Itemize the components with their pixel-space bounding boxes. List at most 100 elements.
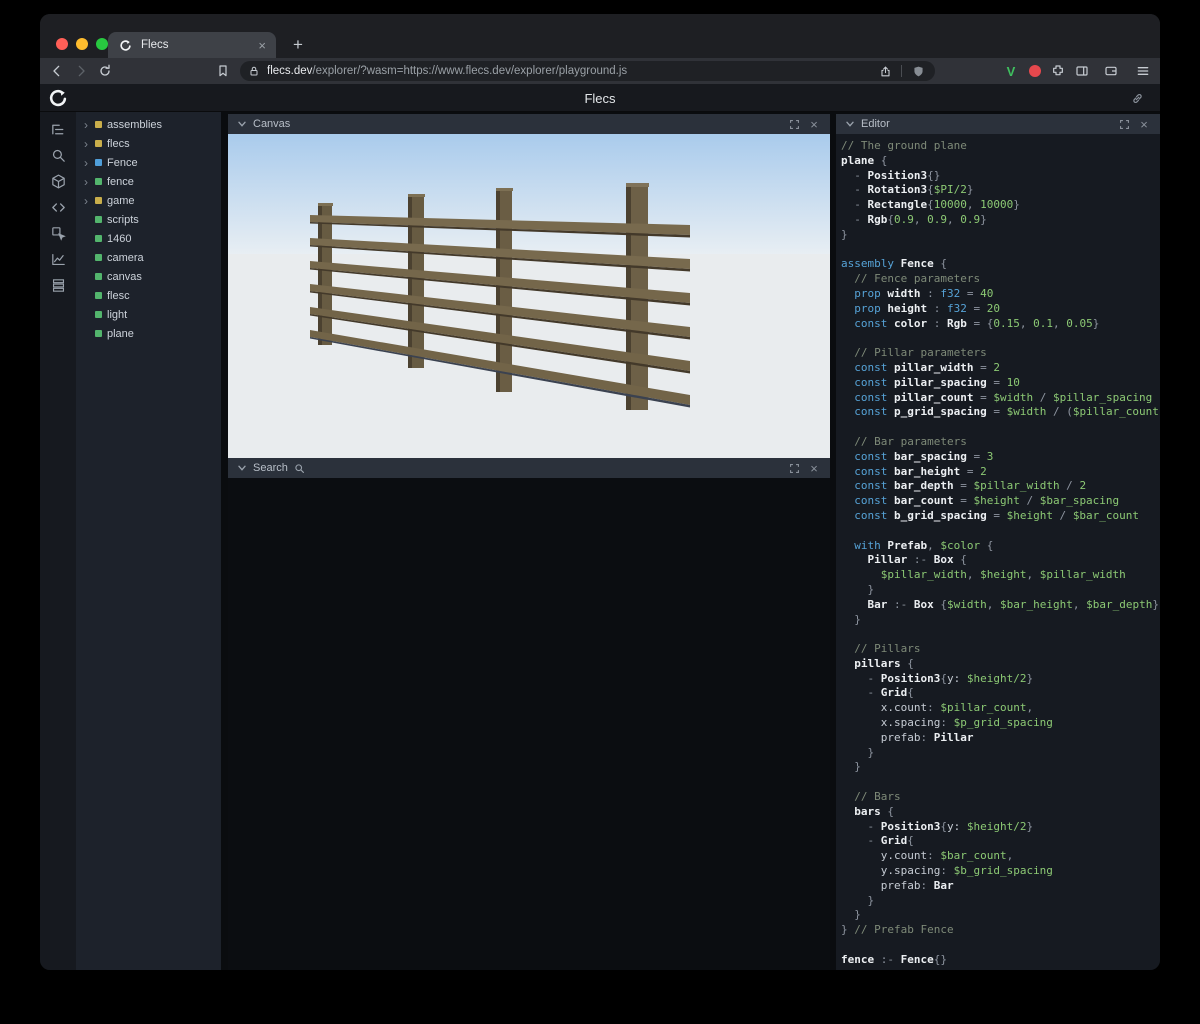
wallet-button[interactable]: [1099, 59, 1123, 83]
editor-close-button[interactable]: ×: [1136, 116, 1152, 132]
code-line: }: [841, 760, 1160, 775]
tree-item-fence[interactable]: › fence: [76, 172, 221, 191]
side-nav: [40, 112, 76, 970]
extension-red-button[interactable]: [1023, 59, 1047, 83]
tree-item-flesc[interactable]: flesc: [76, 286, 221, 305]
close-window-button[interactable]: [56, 38, 68, 50]
bookmark-button[interactable]: [211, 59, 235, 83]
code-line: const bar_depth = $pillar_width / 2: [841, 479, 1160, 494]
extension-v-button[interactable]: V: [999, 59, 1023, 83]
chart-icon: [50, 251, 67, 268]
tree-item-canvas[interactable]: canvas: [76, 267, 221, 286]
tree-item-label: 1460: [107, 233, 131, 245]
editor-code[interactable]: // The ground planeplane { - Position3{}…: [836, 134, 1160, 970]
extensions-button[interactable]: [1046, 59, 1070, 83]
search-panel-header[interactable]: Search ×: [228, 458, 830, 478]
tree-item-light[interactable]: light: [76, 305, 221, 324]
tree-item-label: game: [107, 195, 135, 207]
tree-item-scripts[interactable]: scripts: [76, 210, 221, 229]
entity-tree-nav-button[interactable]: [49, 120, 67, 138]
forward-button[interactable]: [69, 59, 93, 83]
canvas-panel-header[interactable]: Canvas ×: [228, 114, 830, 134]
expand-chevron-icon[interactable]: ›: [84, 138, 93, 150]
expand-chevron-icon[interactable]: ›: [84, 157, 93, 169]
code-line: const bar_height = 2: [841, 465, 1160, 480]
tree-icon: [50, 121, 67, 138]
tab-bar: Flecs × +: [40, 14, 1160, 58]
entity-kind-square: [95, 235, 102, 242]
query-nav-button[interactable]: [49, 146, 67, 164]
expand-chevron-icon[interactable]: ›: [84, 119, 93, 131]
menu-button[interactable]: [1131, 59, 1155, 83]
tree-item-Fence[interactable]: ›Fence: [76, 153, 221, 172]
tree-item-label: flesc: [107, 290, 130, 302]
brave-shield-button[interactable]: [909, 62, 927, 80]
editor-panel-header[interactable]: Editor ×: [836, 114, 1160, 134]
browser-toolbar: flecs.dev/explorer/?wasm=https://www.fle…: [40, 58, 1160, 84]
tab-close-icon[interactable]: ×: [258, 39, 266, 52]
code-line: Bar :- Box {$width, $bar_height, $bar_de…: [841, 598, 1160, 613]
tree-item-plane[interactable]: plane: [76, 324, 221, 343]
browser-tab-flecs[interactable]: Flecs ×: [108, 32, 276, 58]
back-button[interactable]: [45, 59, 69, 83]
back-icon: [49, 63, 65, 79]
expand-chevron-icon[interactable]: ›: [84, 176, 93, 188]
code-line: assembly Fence {: [841, 257, 1160, 272]
tree-item-flecs[interactable]: › flecs: [76, 134, 221, 153]
entity-kind-square: [95, 140, 102, 147]
editor-panel-title: Editor: [861, 118, 890, 130]
cube-icon: [50, 173, 67, 190]
inspect-nav-button[interactable]: [49, 224, 67, 242]
tree-item-assemblies[interactable]: › assemblies: [76, 115, 221, 134]
search-fullscreen-button[interactable]: [786, 460, 802, 476]
bookmark-icon: [215, 63, 231, 79]
cursor-select-icon: [50, 225, 67, 242]
chevron-down-icon[interactable]: [236, 118, 248, 130]
share-link-button[interactable]: [1126, 87, 1148, 109]
memory-nav-button[interactable]: [49, 276, 67, 294]
minimize-window-button[interactable]: [76, 38, 88, 50]
entity-kind-square: [95, 330, 102, 337]
tree-item-label: camera: [107, 252, 144, 264]
url-path: /explorer/?wasm=https://www.flecs.dev/ex…: [312, 65, 627, 77]
url-host: flecs.dev: [267, 65, 312, 77]
search-close-button[interactable]: ×: [806, 460, 822, 476]
share-button[interactable]: [876, 62, 894, 80]
stats-nav-button[interactable]: [49, 250, 67, 268]
script-nav-button[interactable]: [49, 198, 67, 216]
code-line: x.count: $pillar_count,: [841, 701, 1160, 716]
tree-item-label: fence: [107, 176, 134, 188]
tree-item-camera[interactable]: camera: [76, 248, 221, 267]
wallet-icon: [1103, 63, 1119, 79]
entities-nav-button[interactable]: [49, 172, 67, 190]
chevron-down-icon[interactable]: [236, 462, 248, 474]
share-icon: [879, 65, 892, 78]
tree-item-game[interactable]: › game: [76, 191, 221, 210]
hamburger-menu-icon: [1135, 63, 1151, 79]
editor-fullscreen-button[interactable]: [1116, 116, 1132, 132]
editor-panel: Editor × // The ground planeplane { - Po…: [836, 114, 1160, 970]
entity-kind-square: [95, 292, 102, 299]
canvas-3d-viewport[interactable]: [228, 134, 830, 458]
app-content: ›assemblies›flecs›Fence›fence›gamescript…: [40, 112, 1160, 970]
tree-item-label: flecs: [107, 138, 130, 150]
chevron-down-icon[interactable]: [844, 118, 856, 130]
reload-button[interactable]: [93, 59, 117, 83]
code-line: }: [841, 228, 1160, 243]
entity-kind-square: [95, 197, 102, 204]
tree-item-label: assemblies: [107, 119, 162, 131]
side-panel-button[interactable]: [1070, 59, 1094, 83]
zoom-window-button[interactable]: [96, 38, 108, 50]
code-line: with Prefab, $color {: [841, 539, 1160, 554]
code-line: // Pillar parameters: [841, 346, 1160, 361]
address-bar[interactable]: flecs.dev/explorer/?wasm=https://www.fle…: [240, 61, 935, 81]
code-line: - Rgb{0.9, 0.9, 0.9}: [841, 213, 1160, 228]
new-tab-button[interactable]: +: [286, 33, 310, 57]
tree-item-label: plane: [107, 328, 134, 340]
code-line: plane {: [841, 154, 1160, 169]
code-icon: [50, 199, 67, 216]
canvas-close-button[interactable]: ×: [806, 116, 822, 132]
canvas-fullscreen-button[interactable]: [786, 116, 802, 132]
expand-chevron-icon[interactable]: ›: [84, 195, 93, 207]
tree-item-1460[interactable]: 1460: [76, 229, 221, 248]
